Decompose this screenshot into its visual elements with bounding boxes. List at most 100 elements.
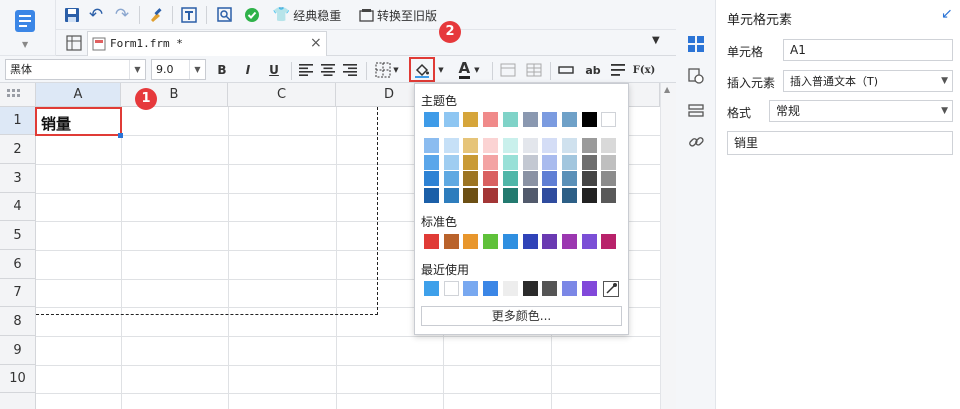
bold-button[interactable]: B xyxy=(212,60,232,80)
cell-a1[interactable]: 销量 xyxy=(35,107,122,136)
template-params-icon[interactable] xyxy=(179,4,199,26)
align-left-icon[interactable] xyxy=(297,60,315,80)
scroll-up-icon[interactable]: ▲ xyxy=(664,85,670,94)
classic-theme-button[interactable]: 👕 经典稳重 xyxy=(268,4,346,26)
recent-color-swatch[interactable] xyxy=(424,281,439,296)
theme-shade-swatch[interactable] xyxy=(522,187,538,203)
app-menu-icon[interactable] xyxy=(13,8,39,34)
recent-color-swatch[interactable] xyxy=(483,281,499,296)
row-header-3[interactable]: 3 xyxy=(0,164,36,193)
theme-shade-swatch[interactable] xyxy=(502,154,518,170)
fill-color-dropdown-icon[interactable]: ▼ xyxy=(437,60,445,80)
theme-shade-swatch[interactable] xyxy=(601,138,617,153)
align-right-icon[interactable] xyxy=(341,60,359,80)
row-header-1[interactable]: 1 xyxy=(0,107,36,135)
theme-color-swatch[interactable] xyxy=(561,112,577,127)
eyedropper-icon[interactable] xyxy=(603,281,619,297)
theme-shade-swatch[interactable] xyxy=(463,187,479,203)
font-color-button[interactable]: A ▼ xyxy=(452,60,486,80)
theme-color-swatch[interactable] xyxy=(424,112,439,127)
standard-color-swatch[interactable] xyxy=(502,234,518,249)
theme-shade-swatch[interactable] xyxy=(542,154,558,170)
font-family-select[interactable]: 黑体 ▼ xyxy=(5,59,146,80)
cell-name-input[interactable]: A1 xyxy=(783,39,953,61)
select-all-corner[interactable] xyxy=(0,83,36,107)
row-header-8[interactable]: 8 xyxy=(0,307,36,336)
widget-tab-icon[interactable] xyxy=(688,102,704,118)
row-header-9[interactable]: 9 xyxy=(0,336,36,365)
more-colors-button[interactable]: 更多颜色... xyxy=(421,306,622,326)
tab-menu-icon[interactable]: ▼ xyxy=(652,35,660,46)
theme-shade-swatch[interactable] xyxy=(443,154,459,170)
recent-color-swatch[interactable] xyxy=(463,281,479,296)
row-header-4[interactable]: 4 xyxy=(0,193,36,221)
recent-color-swatch[interactable] xyxy=(443,281,459,296)
row-header-6[interactable]: 6 xyxy=(0,250,36,279)
theme-shade-swatch[interactable] xyxy=(561,187,577,203)
theme-shade-swatch[interactable] xyxy=(502,171,518,186)
theme-shade-swatch[interactable] xyxy=(542,187,558,203)
row-header-7[interactable]: 7 xyxy=(0,279,36,307)
theme-shade-swatch[interactable] xyxy=(483,171,499,186)
theme-shade-swatch[interactable] xyxy=(561,171,577,186)
cell-attribute-tab-icon[interactable] xyxy=(688,68,704,84)
column-header-a[interactable]: A xyxy=(36,83,121,107)
theme-shade-swatch[interactable] xyxy=(483,154,499,170)
text-direction-icon[interactable] xyxy=(608,60,628,80)
theme-color-swatch[interactable] xyxy=(601,112,617,127)
tab-close-icon[interactable]: × xyxy=(310,35,322,51)
theme-color-swatch[interactable] xyxy=(463,112,479,127)
split-cells-icon[interactable] xyxy=(524,60,544,80)
formula-button[interactable]: F(x) xyxy=(632,60,656,80)
recent-color-swatch[interactable] xyxy=(581,281,597,296)
theme-shade-swatch[interactable] xyxy=(483,138,499,153)
format-painter-icon[interactable] xyxy=(146,4,166,26)
standard-color-swatch[interactable] xyxy=(522,234,538,249)
theme-shade-swatch[interactable] xyxy=(561,138,577,153)
theme-shade-swatch[interactable] xyxy=(463,154,479,170)
theme-shade-swatch[interactable] xyxy=(463,171,479,186)
standard-color-swatch[interactable] xyxy=(483,234,499,249)
row-header-2[interactable]: 2 xyxy=(0,135,36,164)
theme-shade-swatch[interactable] xyxy=(601,154,617,170)
standard-color-swatch[interactable] xyxy=(601,234,617,249)
text-style-button[interactable]: ab xyxy=(582,60,604,80)
theme-shade-swatch[interactable] xyxy=(522,154,538,170)
merge-cells-icon[interactable] xyxy=(498,60,518,80)
theme-shade-swatch[interactable] xyxy=(581,187,597,203)
theme-shade-swatch[interactable] xyxy=(542,171,558,186)
cell-content-input[interactable]: 销里 xyxy=(727,131,953,155)
theme-color-swatch[interactable] xyxy=(443,112,459,127)
panel-pin-icon[interactable]: ↙ xyxy=(941,6,953,22)
theme-shade-swatch[interactable] xyxy=(463,138,479,153)
border-icon[interactable]: ▼ xyxy=(372,60,402,80)
theme-shade-swatch[interactable] xyxy=(502,187,518,203)
theme-shade-swatch[interactable] xyxy=(581,138,597,153)
convert-legacy-button[interactable]: 转换至旧版 xyxy=(352,4,444,26)
theme-shade-swatch[interactable] xyxy=(601,171,617,186)
recent-color-swatch[interactable] xyxy=(502,281,518,296)
preview-icon[interactable] xyxy=(215,4,235,26)
tab-form1[interactable]: Form1.frm * × xyxy=(87,31,327,56)
hyperlink-tab-icon[interactable] xyxy=(688,134,704,150)
theme-shade-swatch[interactable] xyxy=(424,187,439,203)
text-box-icon[interactable] xyxy=(556,60,576,80)
theme-shade-swatch[interactable] xyxy=(424,154,439,170)
theme-shade-swatch[interactable] xyxy=(443,138,459,153)
theme-color-swatch[interactable] xyxy=(581,112,597,127)
format-select[interactable]: 常规 ▼ xyxy=(769,100,953,122)
theme-color-swatch[interactable] xyxy=(483,112,499,127)
cell-element-tab-icon[interactable] xyxy=(688,36,704,52)
standard-color-swatch[interactable] xyxy=(581,234,597,249)
underline-button[interactable]: U xyxy=(264,60,284,80)
standard-color-swatch[interactable] xyxy=(443,234,459,249)
standard-color-swatch[interactable] xyxy=(424,234,439,249)
standard-color-swatch[interactable] xyxy=(561,234,577,249)
theme-shade-swatch[interactable] xyxy=(601,187,617,203)
recent-color-swatch[interactable] xyxy=(522,281,538,296)
theme-shade-swatch[interactable] xyxy=(424,138,439,153)
theme-shade-swatch[interactable] xyxy=(483,187,499,203)
vertical-scrollbar[interactable]: ▲ xyxy=(660,83,676,409)
theme-shade-swatch[interactable] xyxy=(522,171,538,186)
check-icon[interactable] xyxy=(242,4,262,26)
